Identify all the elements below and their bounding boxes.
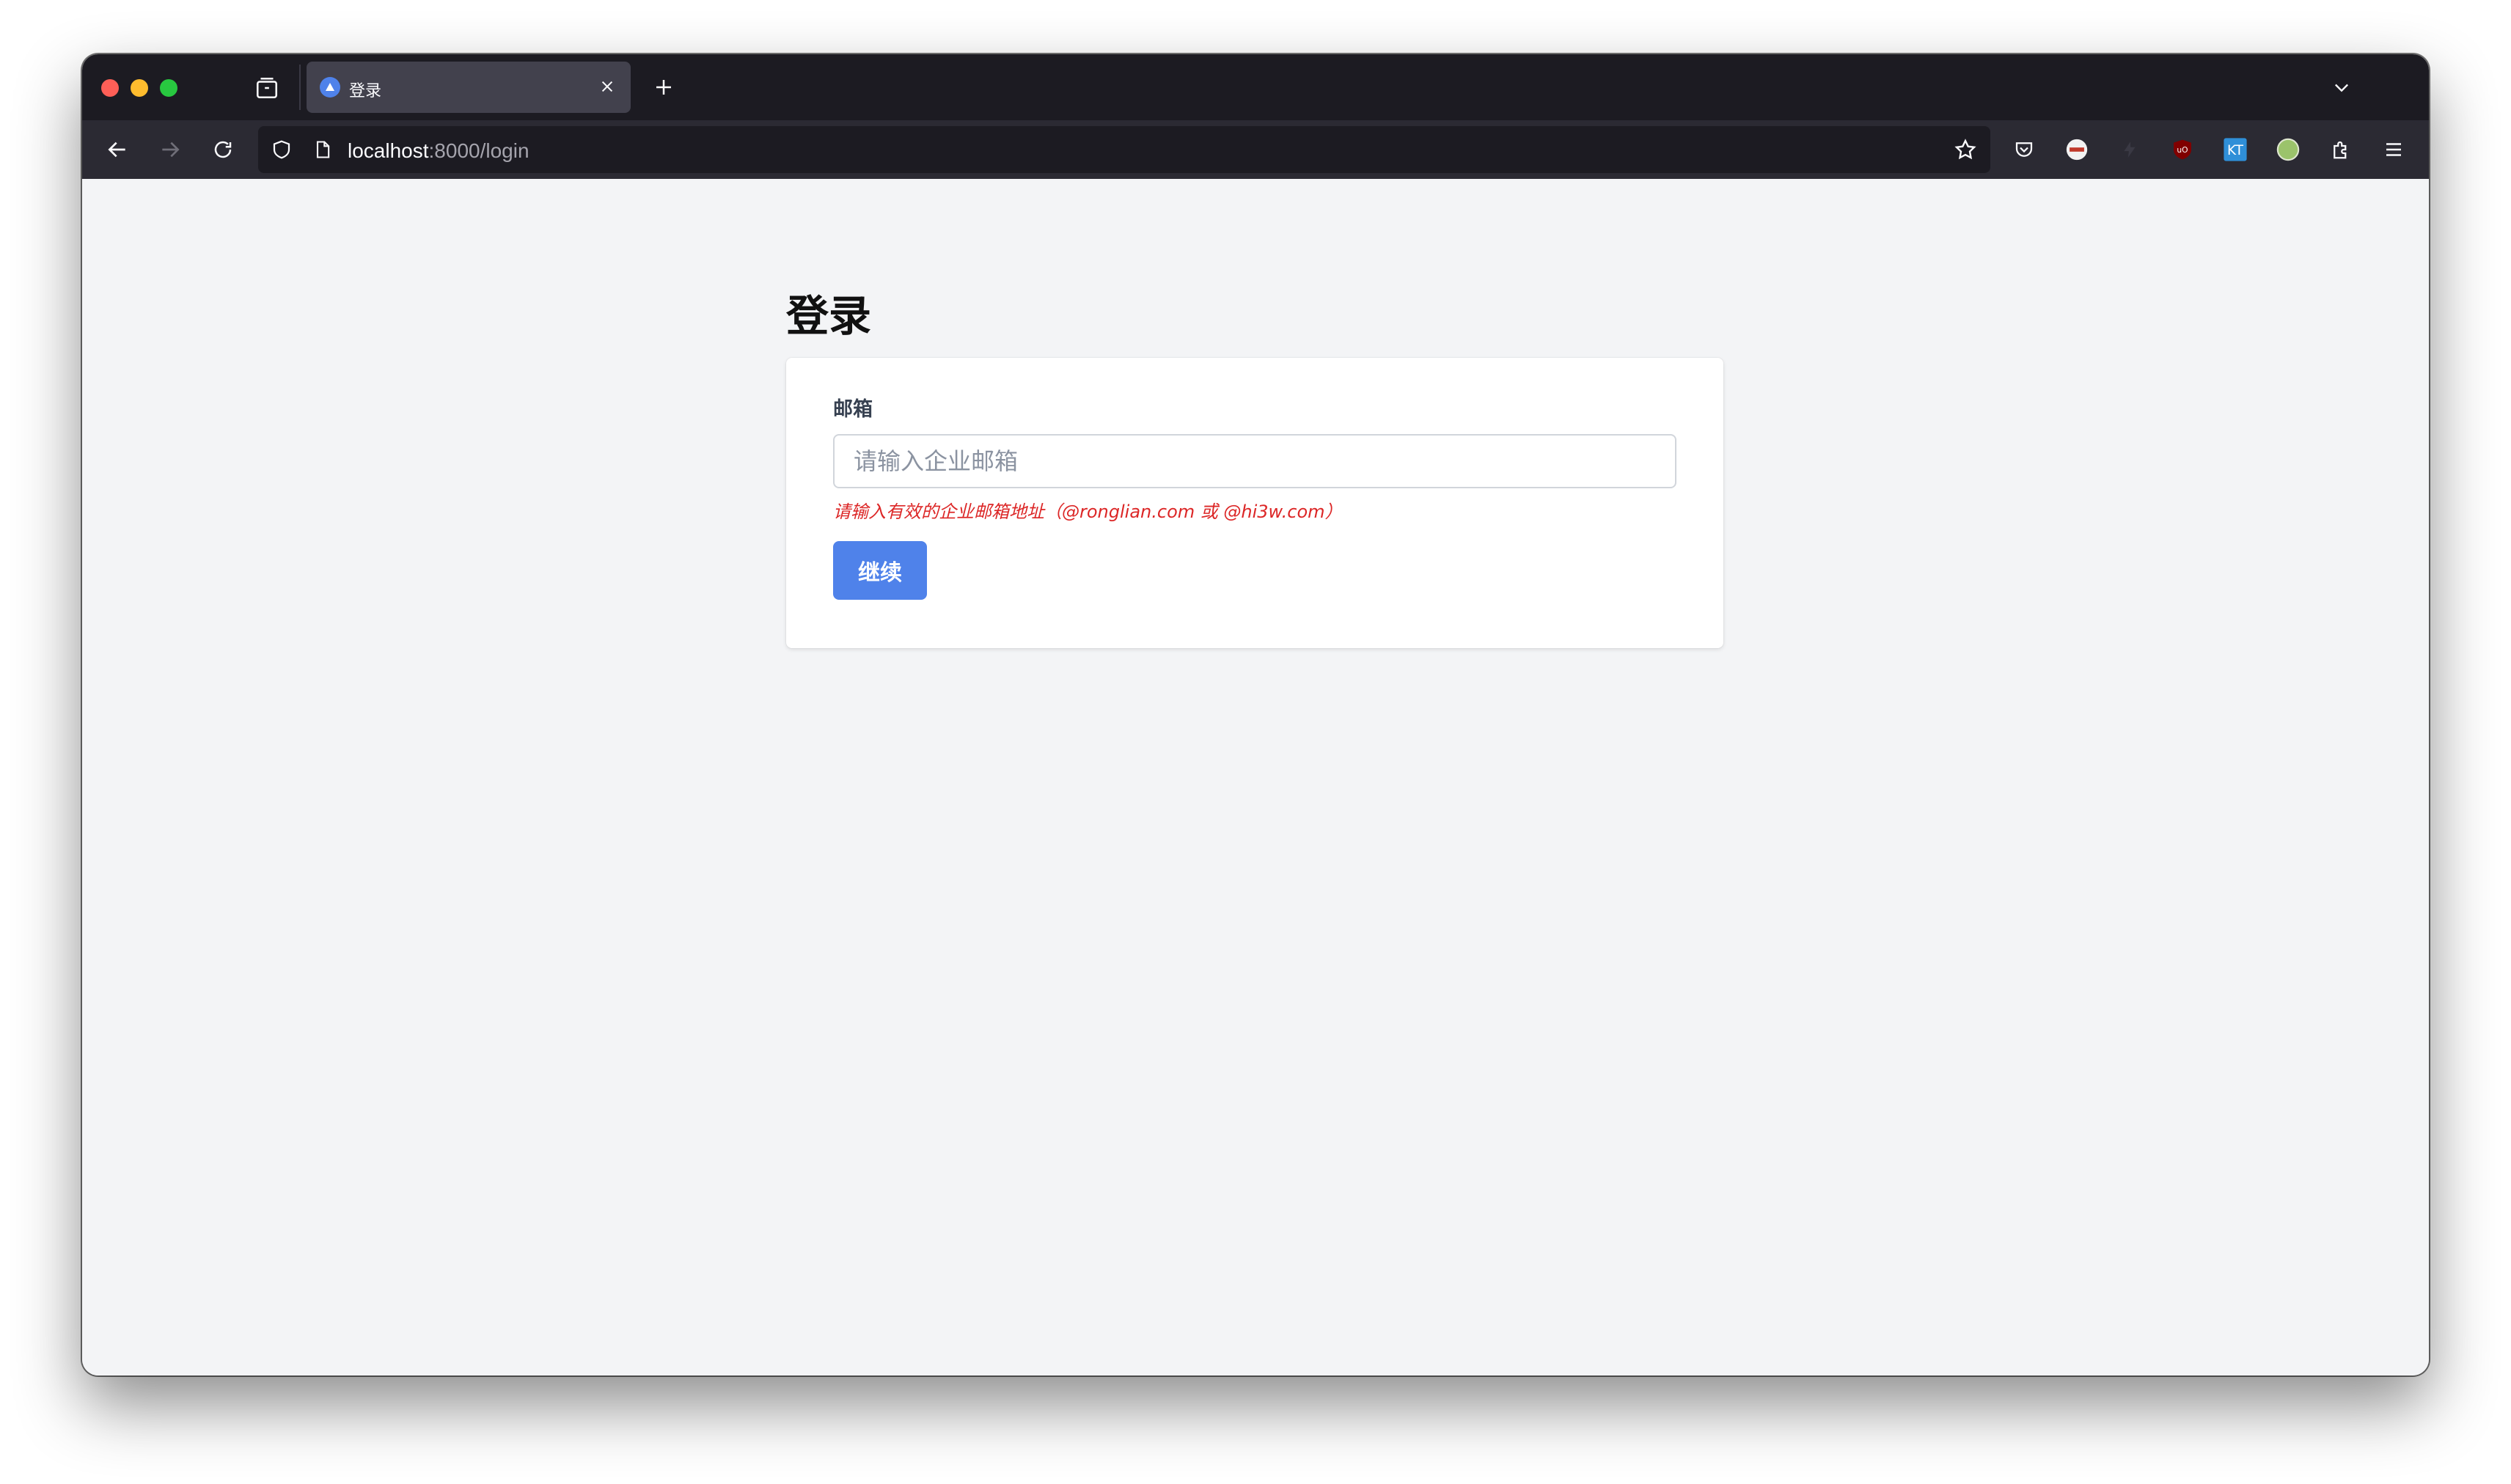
- tab-title: 登录: [349, 82, 382, 100]
- bookmark-star-icon[interactable]: [1949, 133, 1982, 166]
- shield-icon[interactable]: [267, 135, 296, 164]
- email-error-message: 请输入有效的企业邮箱地址（@ronglian.com 或 @hi3w.com）: [833, 502, 1343, 522]
- login-card: 邮箱 请输入有效的企业邮箱地址（@ronglian.com 或 @hi3w.co…: [786, 358, 1723, 648]
- page-content: 登录 邮箱 请输入有效的企业邮箱地址（@ronglian.com 或 @hi3w…: [82, 179, 2429, 1375]
- url-bar[interactable]: localhost:8000/login: [258, 126, 1990, 173]
- svg-text:uO: uO: [2177, 145, 2188, 155]
- tab-bar: 登录: [82, 54, 2429, 120]
- page-title: 登录: [786, 291, 872, 341]
- email-label: 邮箱: [833, 398, 873, 421]
- pocket-icon[interactable]: [2008, 133, 2040, 166]
- navigation-toolbar: localhost:8000/login uO KT: [82, 120, 2429, 179]
- close-tab-icon[interactable]: [595, 75, 619, 98]
- url-text[interactable]: localhost:8000/login: [348, 139, 529, 163]
- kt-extension-icon[interactable]: KT: [2219, 133, 2251, 166]
- tab-login[interactable]: 登录: [307, 62, 631, 113]
- url-path: :8000/login: [428, 139, 529, 162]
- maximize-window-button[interactable]: [160, 79, 177, 97]
- new-tab-icon[interactable]: [648, 72, 679, 103]
- reload-icon[interactable]: [207, 133, 239, 166]
- forward-arrow-icon[interactable]: [154, 133, 186, 166]
- puzzle-extensions-icon[interactable]: [2325, 133, 2357, 166]
- hamburger-menu-icon[interactable]: [2378, 133, 2410, 166]
- list-tabs-chevron-down-icon[interactable]: [2326, 72, 2357, 103]
- ublock-icon[interactable]: uO: [2166, 133, 2199, 166]
- lightning-icon[interactable]: [2114, 133, 2146, 166]
- url-host: localhost: [348, 139, 429, 162]
- page-info-icon[interactable]: [308, 135, 337, 164]
- triangle-logo-icon: [320, 77, 340, 98]
- green-dot-extension-icon[interactable]: [2272, 133, 2304, 166]
- minimize-window-button[interactable]: [131, 79, 148, 97]
- extension-icon[interactable]: [2061, 133, 2093, 166]
- svg-text:KT: KT: [2227, 143, 2244, 158]
- tab-divider: [299, 65, 301, 110]
- browser-window: 登录 localhost:8000/login uO KT 登录 邮箱 请输入企…: [82, 54, 2429, 1375]
- close-window-button[interactable]: [101, 79, 119, 97]
- back-arrow-icon[interactable]: [101, 133, 133, 166]
- continue-button[interactable]: 继续: [833, 541, 927, 600]
- email-input[interactable]: [833, 434, 1676, 488]
- tab-overview-icon[interactable]: [252, 73, 282, 103]
